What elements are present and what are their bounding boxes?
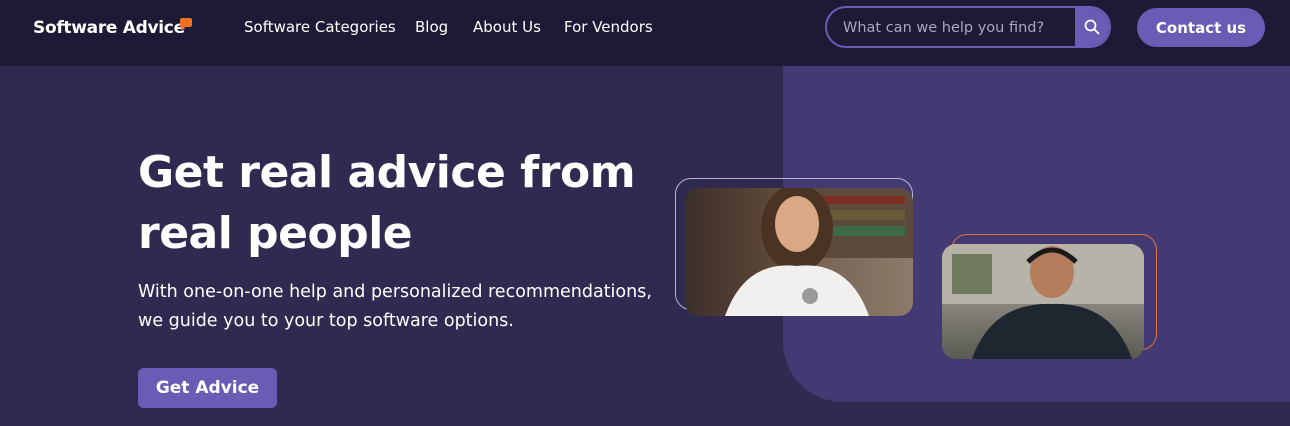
nav-blog[interactable]: Blog (415, 18, 448, 36)
search-button[interactable] (1075, 8, 1109, 46)
hero-headline-line1: Get real advice from (138, 147, 636, 198)
search-input[interactable] (827, 8, 1095, 46)
top-navigation-bar: Software Advice. Software Categories Blo… (0, 0, 1290, 66)
hero-subtext: With one-on-one help and personalized re… (138, 278, 658, 336)
software-advice-logo[interactable]: Software Advice. (33, 18, 189, 38)
hero-subtext-line2: we guide you to your top software option… (138, 311, 514, 331)
logo-text: Software Advice (33, 18, 185, 38)
search-bar (825, 6, 1111, 48)
get-advice-button[interactable]: Get Advice (138, 368, 277, 408)
speech-bubble-icon (180, 18, 192, 31)
contact-us-button[interactable]: Contact us (1137, 8, 1265, 47)
advisor-man-photo (942, 244, 1144, 359)
nav-about-us[interactable]: About Us (473, 18, 541, 36)
nav-software-categories[interactable]: Software Categories (244, 18, 396, 36)
search-icon (1084, 19, 1100, 35)
hero-subtext-line1: With one-on-one help and personalized re… (138, 282, 652, 302)
advisor-woman-photo (685, 188, 913, 316)
hero-headline: Get real advice from real people (138, 142, 698, 264)
nav-for-vendors[interactable]: For Vendors (564, 18, 653, 36)
hero-headline-line2: real people (138, 208, 413, 259)
